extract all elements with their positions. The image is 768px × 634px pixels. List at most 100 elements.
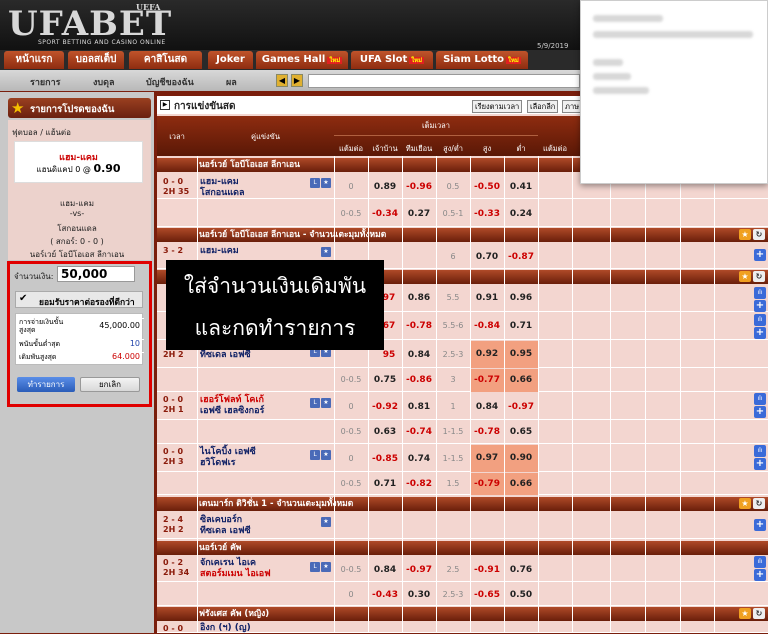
favorites-header[interactable]: ★ รายการโปรดของฉัน	[8, 98, 151, 118]
arrow-left-icon[interactable]: ◀	[276, 74, 288, 87]
tab-games-hall[interactable]: Games Hall ใหม่	[256, 51, 348, 69]
star-icon[interactable]: ★	[321, 517, 331, 527]
odds-home[interactable]: -0.43	[368, 590, 402, 600]
odds-home[interactable]: -0.92	[368, 402, 402, 412]
tab-home[interactable]: หน้าแรก	[4, 51, 64, 69]
odds-over[interactable]: -0.79	[470, 473, 504, 495]
star-icon[interactable]: ★	[739, 498, 751, 509]
odds-away[interactable]: 0.84	[402, 350, 436, 360]
odds-under[interactable]: 0.96	[504, 293, 538, 303]
odds-over[interactable]: 0.92	[470, 341, 504, 368]
odds-away[interactable]: -0.86	[402, 375, 436, 385]
odds-under[interactable]: 0.95	[504, 341, 538, 368]
odds-away[interactable]: -0.96	[402, 182, 436, 192]
odds-over[interactable]: 0.84	[470, 402, 504, 412]
brand-logo[interactable]: UFABET UEFA	[8, 2, 172, 44]
odds-under[interactable]: 0.24	[504, 209, 538, 219]
league-row[interactable]: ฟรังเศส คัพ (หญิง) ★ ↻	[157, 607, 768, 621]
odds-under[interactable]: 0.76	[504, 565, 538, 575]
odds-away[interactable]: -0.78	[402, 321, 436, 331]
odds-over[interactable]: -0.77	[470, 369, 504, 392]
refresh-icon[interactable]: ↻	[753, 271, 765, 282]
tv-icon[interactable]: L	[310, 178, 320, 188]
arrow-right-icon[interactable]: ▶	[291, 74, 303, 87]
odds-under[interactable]: 0.41	[504, 182, 538, 192]
odds-over[interactable]: -0.33	[470, 209, 504, 219]
refresh-icon[interactable]: ↻	[753, 229, 765, 240]
star-icon[interactable]: ★	[321, 398, 331, 408]
odds-under[interactable]: 0.90	[504, 445, 538, 472]
plus-icon[interactable]: +	[754, 249, 766, 261]
stats-icon[interactable]: ılı	[754, 393, 766, 405]
league-row[interactable]: นอร์เวย์ โอบีโอเอส ลีกาเอน - จำนวนเตะมุม…	[157, 228, 768, 242]
tv-icon[interactable]: L	[310, 398, 320, 408]
stats-icon[interactable]: ılı	[754, 314, 766, 326]
stats-icon[interactable]: ılı	[754, 287, 766, 299]
select-league-button[interactable]: เลือกลีก	[527, 100, 559, 113]
subnav-results[interactable]: ผล	[226, 75, 237, 89]
tab-casino[interactable]: คาสิโนสด	[129, 51, 202, 69]
odds-under[interactable]: 0.66	[504, 473, 538, 495]
odds-home[interactable]: -0.34	[368, 209, 402, 219]
tv-icon[interactable]: L	[310, 562, 320, 572]
odds-over[interactable]: -0.84	[470, 321, 504, 331]
odds-home[interactable]: 0.71	[368, 479, 402, 489]
plus-icon[interactable]: +	[754, 406, 766, 418]
tab-ufa-slot[interactable]: UFA Slot ใหม่	[351, 51, 433, 69]
star-icon[interactable]: ★	[739, 229, 751, 240]
odds-over[interactable]: -0.50	[470, 182, 504, 192]
odds-away[interactable]: -0.74	[402, 427, 436, 437]
odds-away[interactable]: 0.30	[402, 590, 436, 600]
odds-away[interactable]: 0.86	[402, 293, 436, 303]
stats-icon[interactable]: ılı	[754, 445, 766, 457]
star-icon[interactable]: ★	[321, 247, 331, 257]
subnav-balance[interactable]: งบดุล	[93, 75, 114, 89]
odds-over[interactable]: 0.97	[470, 445, 504, 472]
odds-away[interactable]: 0.81	[402, 402, 436, 412]
odds-under[interactable]: -0.87	[504, 252, 538, 262]
subnav-list[interactable]: รายการ	[30, 75, 61, 89]
star-icon[interactable]: ★	[739, 271, 751, 282]
tab-joker[interactable]: Joker	[208, 51, 253, 69]
star-icon[interactable]: ★	[739, 608, 751, 619]
odds-over[interactable]: -0.78	[470, 427, 504, 437]
plus-icon[interactable]: +	[754, 569, 766, 581]
star-icon[interactable]: ★	[321, 450, 331, 460]
odds-home[interactable]: 95	[376, 350, 402, 360]
odds-away[interactable]: -0.97	[402, 565, 436, 575]
tv-icon[interactable]: L	[310, 450, 320, 460]
tab-siam-lotto[interactable]: Siam Lotto ใหม่	[436, 51, 528, 69]
odds-over[interactable]: -0.65	[470, 590, 504, 600]
odds-over[interactable]: 0.91	[470, 293, 504, 303]
collapse-icon[interactable]: ▶	[160, 100, 170, 110]
odds-home[interactable]: 0.84	[368, 565, 402, 575]
odds-over[interactable]: -0.91	[470, 565, 504, 575]
plus-icon[interactable]: +	[754, 458, 766, 470]
notification-popup[interactable]	[580, 0, 768, 184]
odds-away[interactable]: 0.27	[402, 209, 436, 219]
star-icon[interactable]: ★	[321, 178, 331, 188]
odds-under[interactable]: 0.65	[504, 427, 538, 437]
odds-home[interactable]: -0.85	[368, 454, 402, 464]
odds-under[interactable]: -0.97	[504, 402, 538, 412]
tab-step[interactable]: บอลสเต็ป	[68, 51, 124, 69]
odds-under[interactable]: 0.71	[504, 321, 538, 331]
odds-under[interactable]: 0.66	[504, 369, 538, 392]
odds-home[interactable]: 0.75	[368, 375, 402, 385]
odds-home[interactable]: 0.89	[368, 182, 402, 192]
star-icon[interactable]: ★	[321, 562, 331, 572]
plus-icon[interactable]: +	[754, 300, 766, 312]
search-input[interactable]	[308, 74, 580, 88]
sort-by-time-button[interactable]: เรียงตามเวลา	[472, 100, 523, 113]
league-row[interactable]: นอร์เวย์ คัพ	[157, 541, 768, 555]
stats-icon[interactable]: ılı	[754, 556, 766, 568]
odds-home[interactable]: 0.63	[368, 427, 402, 437]
odds-away[interactable]: 0.74	[402, 454, 436, 464]
odds-away[interactable]: -0.82	[402, 479, 436, 489]
subnav-account[interactable]: บัญชีของฉัน	[146, 75, 194, 89]
plus-icon[interactable]: +	[754, 327, 766, 339]
plus-icon[interactable]: +	[754, 519, 766, 531]
league-row[interactable]: เดนมาร์ก ดิวิชั่น 1 - จำนวนเตะมุมทั้งหมด…	[157, 497, 768, 511]
refresh-icon[interactable]: ↻	[753, 608, 765, 619]
odds-under[interactable]: 0.50	[504, 590, 538, 600]
